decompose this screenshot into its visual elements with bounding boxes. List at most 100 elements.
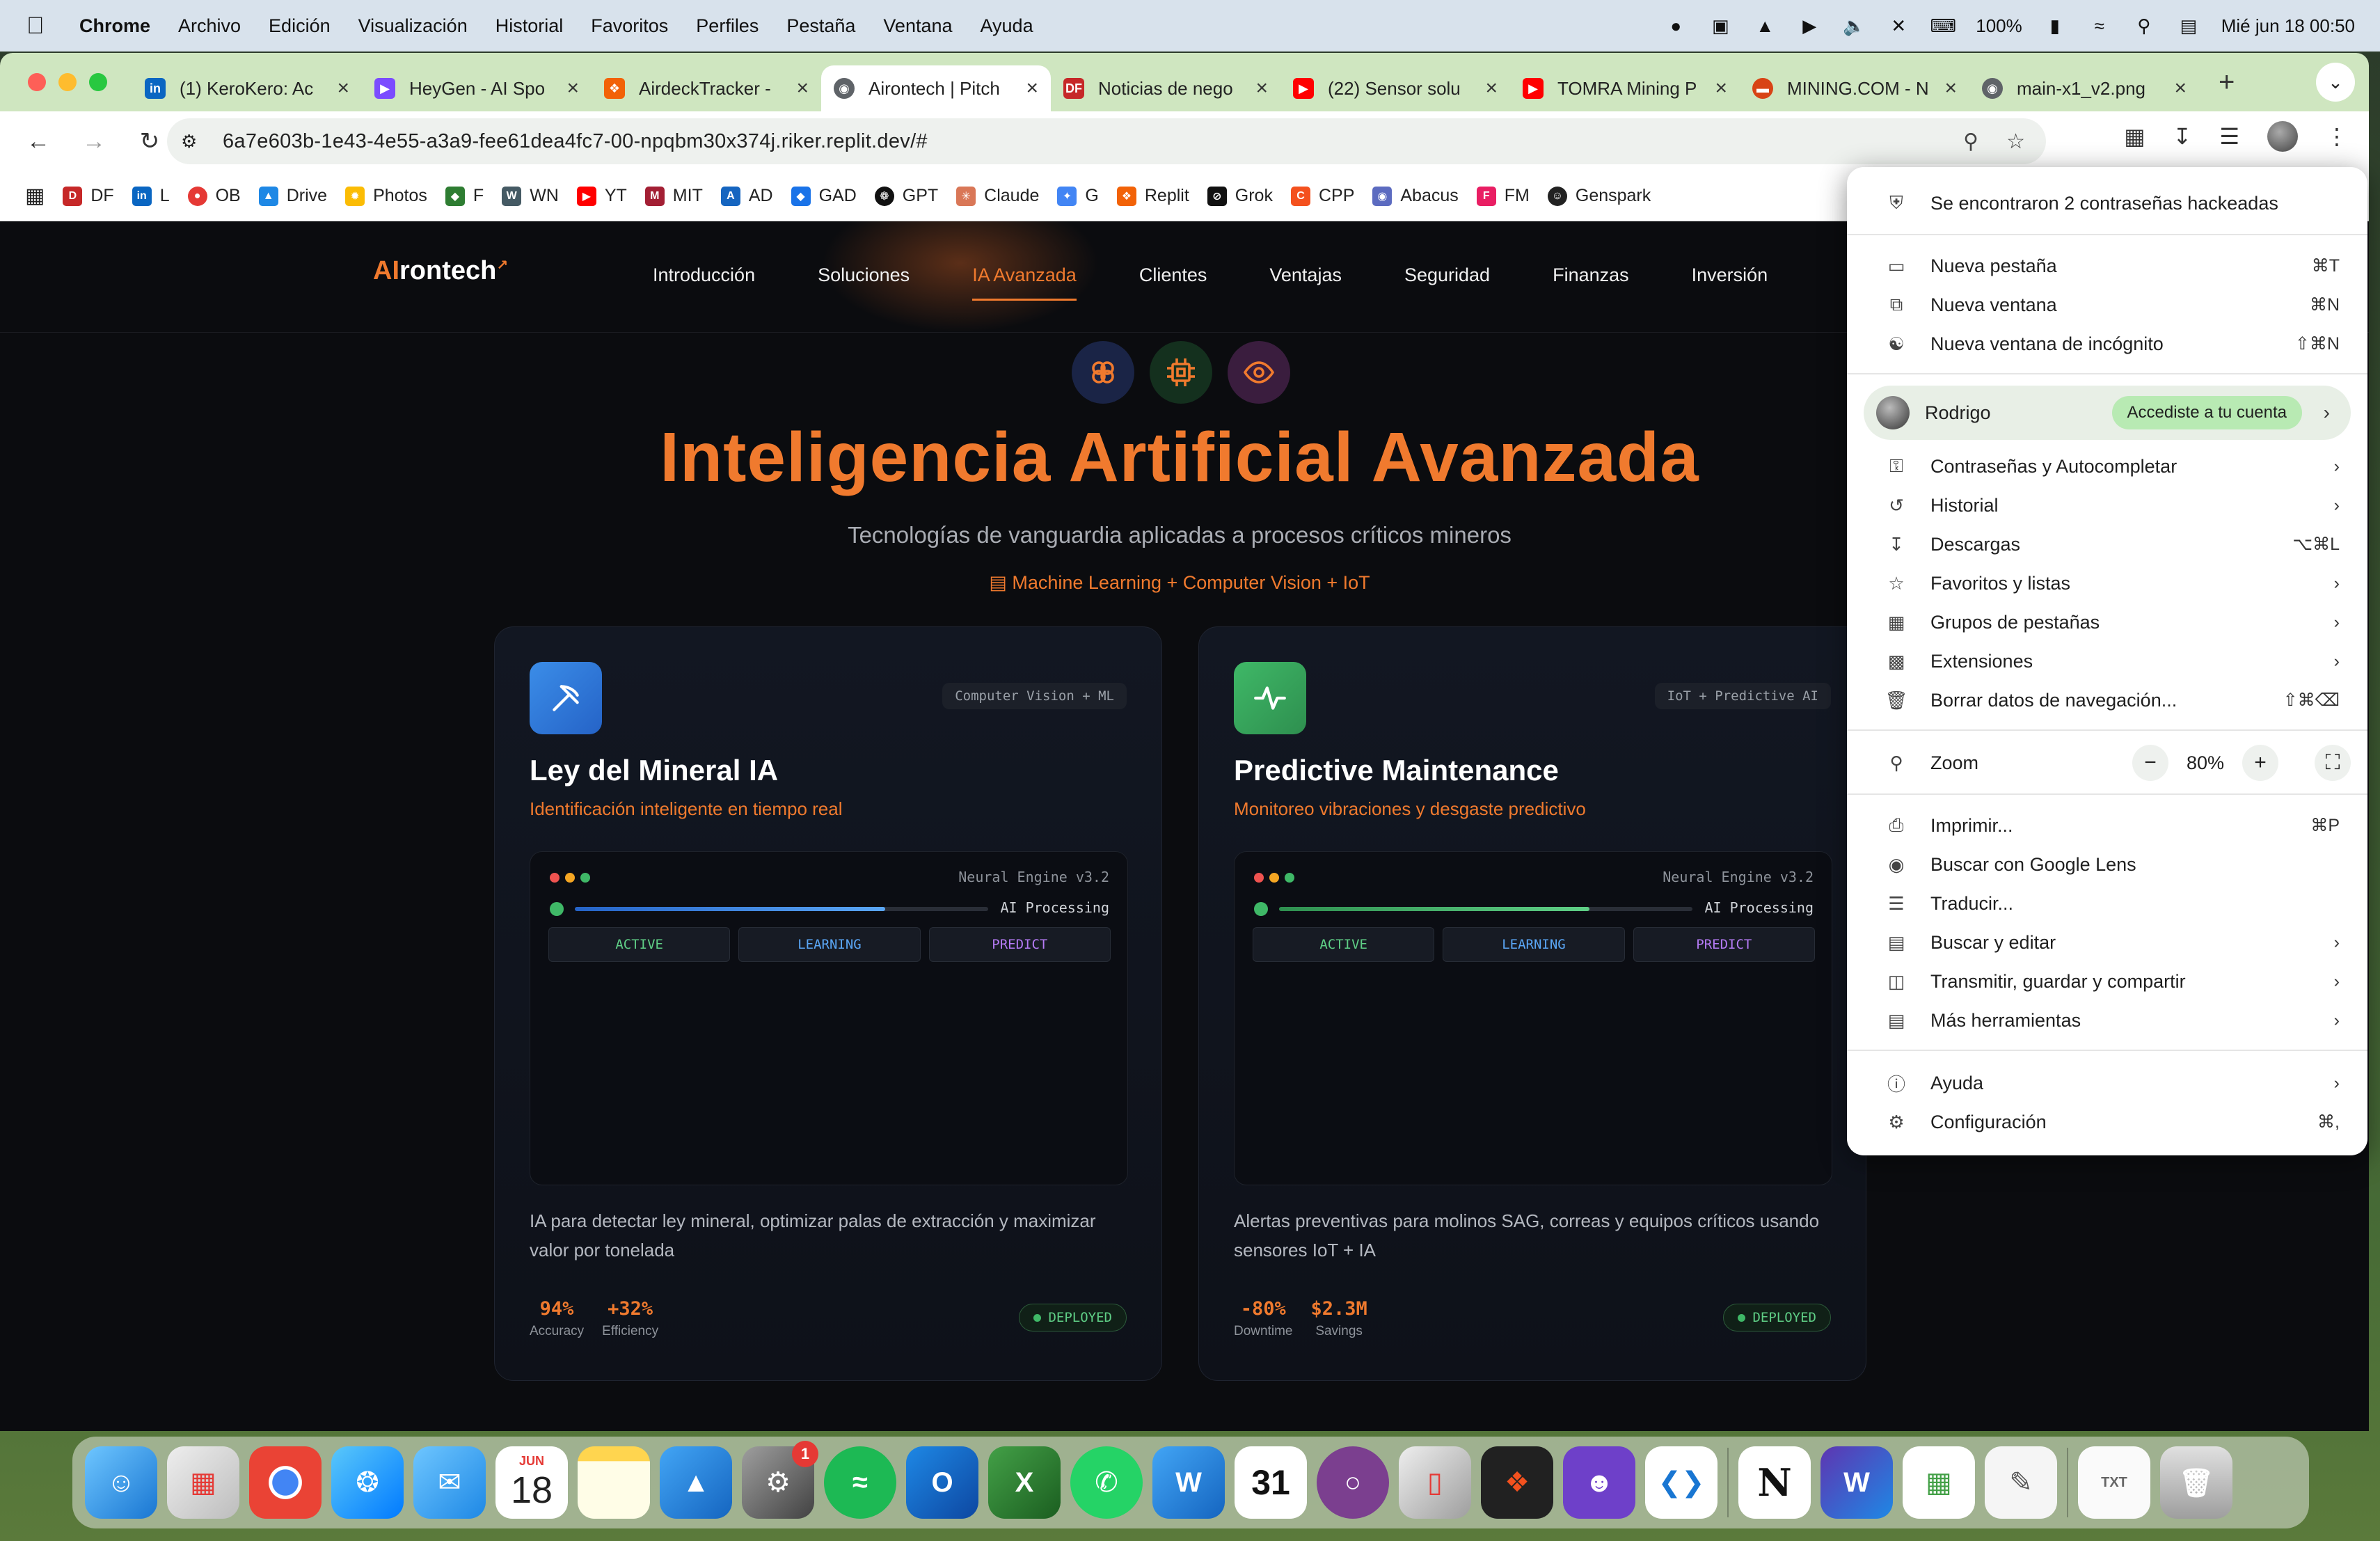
new-tab-button[interactable]: +	[2219, 67, 2235, 98]
menu-clear-data[interactable]: 🗑 Borrar datos de navegación... ⇧⌘⌫	[1847, 681, 2367, 720]
menu-perfiles[interactable]: Perfiles	[696, 15, 759, 37]
menu-extensions[interactable]: ▩ Extensiones ›	[1847, 642, 2367, 681]
battery-icon[interactable]: ▮	[2043, 15, 2067, 36]
vscode-icon[interactable]: ❮❯	[1645, 1446, 1717, 1519]
nav-finanzas[interactable]: Finanzas	[1553, 264, 1629, 301]
bookmark-16[interactable]: C CPP	[1290, 186, 1354, 206]
solution-card-predictive-maintenance[interactable]: IoT + Predictive AI Predictive Maintenan…	[1198, 626, 1866, 1381]
keynote-icon[interactable]: ▲	[660, 1446, 732, 1519]
close-tab-icon[interactable]: ×	[1715, 77, 1727, 100]
menu-print[interactable]: ⎙ Imprimir... ⌘P	[1847, 806, 2367, 845]
downloads-icon[interactable]: ↧	[2173, 123, 2192, 150]
menu-favoritos[interactable]: Favoritos	[591, 15, 668, 37]
calendar-icon[interactable]: JUN 18	[495, 1446, 568, 1519]
close-tab-icon[interactable]: ×	[2174, 77, 2187, 100]
tab-2[interactable]: ❖ AirdeckTracker - ×	[592, 65, 821, 111]
webex-icon[interactable]: W	[1820, 1446, 1893, 1519]
menu-ventana[interactable]: Ventana	[883, 15, 952, 37]
menu-tab-groups[interactable]: ▦ Grupos de pestañas ›	[1847, 603, 2367, 642]
bookmark-17[interactable]: ◉ Abacus	[1372, 186, 1459, 206]
menu-downloads[interactable]: ↧ Descargas ⌥⌘L	[1847, 525, 2367, 564]
close-tab-icon[interactable]: ×	[337, 77, 349, 100]
play-icon[interactable]: ▶	[1798, 15, 1821, 36]
back-arrow-icon[interactable]: ←	[21, 128, 56, 155]
nav-clientes[interactable]: Clientes	[1139, 264, 1207, 301]
menu-bookmarks[interactable]: ☆ Favoritos y listas ›	[1847, 564, 2367, 603]
close-tab-icon[interactable]: ×	[1944, 77, 1957, 100]
nav-introduccion[interactable]: Introducción	[653, 264, 755, 301]
tab-4[interactable]: DF Noticias de nego ×	[1051, 65, 1280, 111]
replit-icon[interactable]: ❖	[1481, 1446, 1553, 1519]
chrome-icon[interactable]	[249, 1446, 322, 1519]
zoom-in-button[interactable]: +	[2242, 745, 2278, 781]
bookmark-11[interactable]: ❁ GPT	[874, 186, 938, 206]
tab-5[interactable]: ▶ (22) Sensor solu ×	[1280, 65, 1510, 111]
bookmark-star-icon[interactable]: ☆	[2006, 129, 2025, 154]
word-icon[interactable]: W	[1152, 1446, 1225, 1519]
app-menu-chrome[interactable]: Chrome	[79, 15, 150, 37]
menu-translate[interactable]: ☰ Traducir...	[1847, 884, 2367, 923]
bookmark-13[interactable]: ✦ G	[1057, 186, 1099, 206]
menu-passwords[interactable]: ⚿ Contraseñas y Autocompletar ›	[1847, 447, 2367, 486]
audio-waveform-icon[interactable]: ●	[1664, 15, 1688, 36]
tab-3-active[interactable]: ◉ Airontech | Pitch ×	[821, 65, 1051, 111]
wifi-icon[interactable]: ≈	[2088, 15, 2111, 36]
close-tab-icon[interactable]: ×	[796, 77, 809, 100]
menu-incognito-window[interactable]: ☯ Nueva ventana de incógnito ⇧⌘N	[1847, 324, 2367, 363]
bookmark-2[interactable]: ● OB	[187, 186, 241, 206]
nav-ventajas[interactable]: Ventajas	[1269, 264, 1342, 301]
outlook-icon[interactable]: O	[906, 1446, 978, 1519]
tab-0[interactable]: in (1) KeroKero: Ac ×	[132, 65, 362, 111]
fullscreen-icon[interactable]: ⛶	[2315, 745, 2351, 781]
site-info-icon[interactable]: ⚙	[181, 131, 209, 152]
menu-profile-row[interactable]: Rodrigo Accediste a tu cuenta ›	[1864, 386, 2351, 440]
menu-find-edit[interactable]: ▤ Buscar y editar ›	[1847, 923, 2367, 962]
menu-visualizacion[interactable]: Visualización	[358, 15, 468, 37]
address-bar[interactable]: ⚙ 6a7e603b-1e43-4e55-a3a9-fee61dea4fc7-0…	[167, 118, 2046, 164]
calendar-31-icon[interactable]: 31	[1235, 1446, 1307, 1519]
textedit-icon[interactable]: ✎	[1985, 1446, 2057, 1519]
nav-seguridad[interactable]: Seguridad	[1404, 264, 1490, 301]
menu-history[interactable]: ↺ Historial ›	[1847, 486, 2367, 525]
zoom-magnifier-icon[interactable]: ⚲	[1963, 129, 1978, 154]
mail-icon[interactable]: ✉	[413, 1446, 486, 1519]
menu-help[interactable]: ⓘ Ayuda ›	[1847, 1064, 2367, 1103]
system-settings-icon[interactable]: ⚙ 1	[742, 1441, 818, 1519]
bookmark-19[interactable]: ☺ Genspark	[1547, 186, 1651, 206]
menu-new-window[interactable]: ⧉ Nueva ventana ⌘N	[1847, 285, 2367, 324]
close-tab-icon[interactable]: ×	[1026, 77, 1038, 100]
screen-mirror-icon[interactable]: ▣	[1708, 15, 1732, 36]
keyboard-icon[interactable]: ⌨	[1930, 15, 1956, 36]
notion-icon[interactable]: N	[1738, 1446, 1811, 1519]
minimize-window-button[interactable]	[58, 73, 77, 91]
tab-search-chevron-icon[interactable]: ⌄	[2316, 63, 2355, 102]
chrome-menu-kebab-icon[interactable]: ⋮	[2326, 123, 2348, 150]
bookmark-8[interactable]: M MIT	[644, 186, 703, 206]
airontech-logo[interactable]: AIrontech↗	[373, 256, 508, 286]
menu-cast-save-share[interactable]: ◫ Transmitir, guardar y compartir ›	[1847, 962, 2367, 1001]
spotify-icon[interactable]: ≈	[824, 1446, 896, 1519]
forward-arrow-icon[interactable]: →	[77, 128, 111, 155]
apple-menu-icon[interactable]: 	[26, 13, 58, 40]
bookmark-6[interactable]: W WN	[502, 186, 559, 206]
control-center-icon[interactable]: ▤	[2177, 15, 2200, 36]
launchpad-icon[interactable]: ▦	[167, 1446, 239, 1519]
menubar-clock[interactable]: Mié jun 18 00:50	[2221, 15, 2355, 37]
profile-avatar[interactable]	[2267, 121, 2298, 152]
nav-ia-avanzada[interactable]: IA Avanzada	[972, 264, 1077, 301]
tab-8[interactable]: ◉ main-x1_v2.png ×	[1969, 65, 2199, 111]
apps-grid-icon[interactable]: ▦	[25, 184, 45, 208]
nav-soluciones[interactable]: Soluciones	[818, 264, 910, 301]
menu-ayuda[interactable]: Ayuda	[981, 15, 1033, 37]
close-tab-icon[interactable]: ×	[1485, 77, 1498, 100]
bookmark-12[interactable]: ✳ Claude	[956, 186, 1039, 206]
zoom-window-button[interactable]	[89, 73, 107, 91]
menu-password-alert[interactable]: ⛨ Se encontraron 2 contraseñas hackeadas	[1847, 184, 2367, 223]
close-tab-icon[interactable]: ×	[1255, 77, 1268, 100]
bluetooth-off-icon[interactable]: ✕	[1887, 15, 1910, 36]
menu-archivo[interactable]: Archivo	[178, 15, 241, 37]
bookmark-7[interactable]: ▶ YT	[576, 186, 627, 206]
tab-7[interactable]: ▬ MINING.COM - N ×	[1740, 65, 1969, 111]
tab-6[interactable]: ▶ TOMRA Mining P ×	[1510, 65, 1740, 111]
bookmark-15[interactable]: ⊘ Grok	[1207, 186, 1273, 206]
